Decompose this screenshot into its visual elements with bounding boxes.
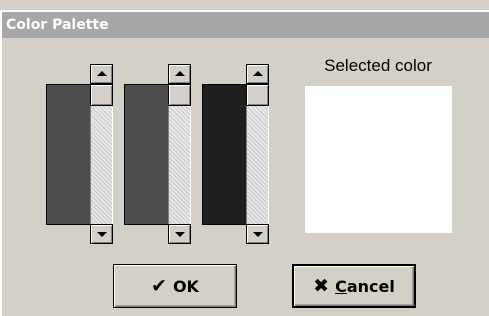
color-palette-dialog: Color Palette Selected color ✔ OK ✖ Canc… [0, 0, 489, 316]
window-left-edge [0, 12, 2, 316]
channel-2-swatch [124, 84, 169, 225]
check-icon: ✔ [151, 274, 167, 297]
window-title: Color Palette [6, 17, 109, 33]
arrow-up-icon [253, 71, 263, 76]
arrow-down-icon [175, 232, 185, 237]
selected-color-preview [304, 85, 453, 234]
scrollbar-thumb[interactable] [246, 84, 269, 106]
selected-color-label: Selected color [324, 56, 432, 75]
arrow-up-icon [97, 71, 107, 76]
cancel-button-label: Cancel [335, 276, 395, 296]
channel-2-scrollbar[interactable] [168, 64, 191, 244]
x-icon: ✖ [313, 274, 330, 297]
scrollbar-thumb[interactable] [90, 84, 113, 106]
scroll-up-button[interactable] [90, 64, 113, 84]
arrow-down-icon [253, 232, 263, 237]
scrollbar-thumb[interactable] [168, 84, 191, 106]
channel-3-swatch [202, 84, 247, 225]
cancel-button[interactable]: ✖ Cancel [292, 264, 416, 308]
scroll-down-button[interactable] [168, 224, 191, 244]
channel-1-scrollbar[interactable] [90, 64, 113, 244]
arrow-down-icon [97, 232, 107, 237]
channel-1-swatch [46, 84, 91, 225]
scroll-up-button[interactable] [168, 64, 191, 84]
scroll-up-button[interactable] [246, 64, 269, 84]
arrow-up-icon [175, 71, 185, 76]
scroll-down-button[interactable] [246, 224, 269, 244]
scroll-down-button[interactable] [90, 224, 113, 244]
title-bar[interactable]: Color Palette [2, 12, 489, 38]
ok-button[interactable]: ✔ OK [113, 264, 237, 308]
ok-button-label: OK [172, 276, 199, 296]
channel-3-scrollbar[interactable] [246, 64, 269, 244]
